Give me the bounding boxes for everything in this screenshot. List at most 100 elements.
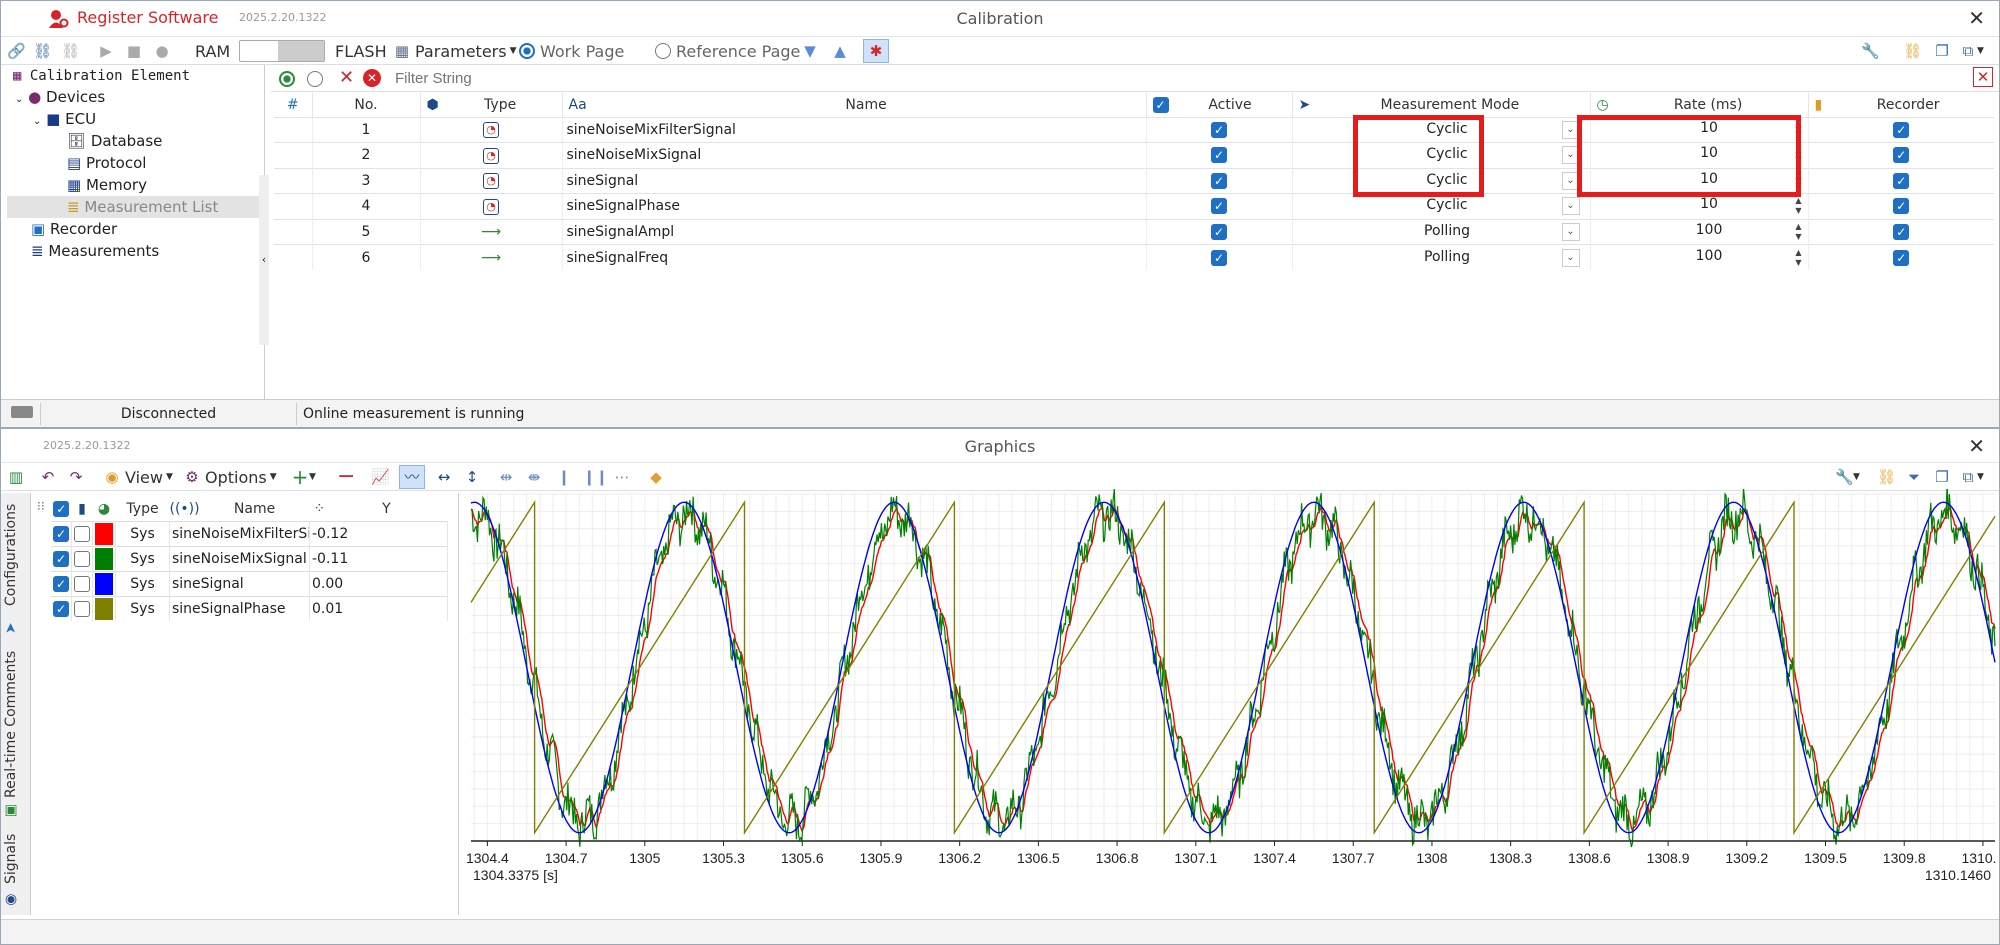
color-swatch[interactable] [95,572,113,595]
col-active[interactable]: ✓ Active [1146,93,1293,117]
spinner-icon[interactable]: ▲ ▼ [1792,248,1806,268]
recorder-checkbox[interactable]: ✓ [1893,198,1910,215]
fit-vertical-icon[interactable]: ↕ [463,465,481,489]
tree-protocol[interactable]: ▤ Protocol [67,152,146,174]
window-close-all-icon[interactable]: ❐ [1933,39,1951,63]
row-active[interactable]: ✓ [1146,218,1293,245]
select-checkbox[interactable] [74,550,90,567]
filter-icon[interactable]: ⏷ [1905,465,1923,489]
cursor-v-icon[interactable]: ⇼ [525,465,543,489]
visible-checkbox[interactable]: ✓ [53,600,69,617]
tree-measurements[interactable]: ≣ Measurements [31,240,159,262]
active-checkbox[interactable]: ✓ [1211,249,1227,266]
single-cursor-icon[interactable]: ❙ [555,465,573,489]
column-picker-icon[interactable]: ▮ [72,497,93,521]
play-icon[interactable]: ▶ [97,39,115,63]
tab-configurations[interactable]: Configurations [3,499,29,611]
window-menu-icon[interactable]: ⧉ ▼ [1959,39,1984,63]
col-recorder[interactable]: ▮ Recorder [1808,93,1994,117]
work-page-radio[interactable]: Work Page [519,39,624,63]
spinner-icon[interactable]: ▲ ▼ [1792,222,1806,242]
row-active[interactable]: ✓ [1146,142,1293,168]
more-icon[interactable]: ⋯ [613,465,631,489]
visible-checkbox[interactable]: ✓ [53,525,69,542]
link-icon[interactable]: ⛓ [33,39,52,63]
tree-measurement-list[interactable]: ≣ Measurement List [7,196,259,218]
active-checkbox[interactable]: ✓ [1211,147,1227,164]
color-swatch[interactable] [95,547,113,570]
active-checkbox[interactable]: ✓ [1211,172,1227,189]
recorder-checkbox[interactable]: ✓ [1893,249,1910,266]
splitter-collapse-icon[interactable]: ‹ [259,175,269,345]
undo-icon[interactable]: ↶ [39,465,57,489]
row-active[interactable]: ✓ [1146,193,1293,219]
radio-empty-icon[interactable] [307,71,323,87]
recorder-checkbox[interactable]: ✓ [1893,121,1910,138]
row-rate[interactable]: 10 ▲ ▼ [1590,193,1809,219]
multi-line-icon[interactable]: 〰 [399,465,425,489]
row-active[interactable]: ✓ [1146,167,1293,194]
tree-root[interactable]: ▦ Calibration Element [13,65,190,87]
active-checkbox[interactable]: ✓ [1211,121,1227,138]
tab-signals[interactable]: Signals [3,829,29,889]
col-type[interactable]: ⬢ Type [420,93,563,117]
upload-icon[interactable]: ▲ [831,39,849,63]
table-row[interactable]: 5 ⟶ sineSignalAmpl ✓ Polling ⌄ 100 ▲ ▼ ✓ [274,218,1994,245]
row-mode[interactable]: Polling ⌄ [1292,218,1591,245]
chain-icon[interactable]: ⛓ [1877,465,1896,489]
table-row[interactable]: 6 ⟶ sineSignalFreq ✓ Polling ⌄ 100 ▲ ▼ ✓ [274,244,1994,270]
close-filter-icon[interactable]: ✕ [1973,67,1993,87]
options-menu[interactable]: ⚙ Options ▼ [183,465,276,489]
select-checkbox[interactable] [74,600,90,617]
window-close-all-icon[interactable]: ❐ [1933,465,1951,489]
signal-row[interactable]: ✓ SyssineNoiseMixFilterSignal-0.12 [51,520,448,546]
close-icon[interactable]: ✕ [1968,434,1985,458]
tree-devices[interactable]: ⌄ ● Devices [15,86,105,108]
spinner-icon[interactable]: ▲ ▼ [1792,196,1806,216]
chevron-down-icon[interactable]: ⌄ [1561,222,1580,241]
eraser-icon[interactable]: ◆ [647,465,665,489]
row-rate[interactable]: 100 ▲ ▼ [1590,218,1809,245]
row-mode[interactable]: Polling ⌄ [1292,244,1591,270]
recorder-checkbox[interactable]: ✓ [1893,172,1910,189]
add-signal-icon[interactable]: + ▼ [291,465,316,489]
signal-row[interactable]: ✓ Sys sineSignal 0.00 [51,570,448,596]
signal-row[interactable]: ✓ Sys sineNoiseMixSignal -0.11 [51,545,448,571]
tree-ecu[interactable]: ⌄ ■ ECU [33,108,96,130]
col-mode[interactable]: ➤ Measurement Mode [1292,93,1591,117]
tree-memory[interactable]: ▦ Memory [67,174,147,196]
drag-handle-icon[interactable]: ⁝⁝ [37,499,45,513]
select-all-checkbox[interactable]: ✓ [53,500,70,517]
line-chart-icon[interactable]: 📈 [371,465,390,489]
remove-signal-icon[interactable]: − [337,465,355,489]
row-mode[interactable]: Cyclic ⌄ [1292,193,1591,219]
row-recorder[interactable]: ✓ [1808,193,1994,219]
color-swatch[interactable] [95,597,113,620]
radio-selected-icon[interactable] [279,71,295,87]
connect-icon[interactable]: 🔗 [7,39,26,63]
row-active[interactable]: ✓ [1146,116,1293,143]
window-menu-icon[interactable]: ⧉ ▼ [1959,465,1984,489]
view-menu[interactable]: ◉ View ▼ [103,465,172,489]
col-rate[interactable]: ◷ Rate (ms) [1590,93,1809,117]
active-checkbox[interactable]: ✓ [1211,198,1227,215]
col-sig-type[interactable]: Type [116,497,170,521]
signal-plot[interactable]: 1304.4 1304.7 1305 1305.3 1305.6 1305.9 1306.2… [467,489,1997,889]
wrench-icon[interactable]: 🔧 [1861,39,1880,63]
visible-checkbox[interactable]: ✓ [53,550,69,567]
recorder-checkbox[interactable]: ✓ [1893,147,1910,164]
redo-icon[interactable]: ↷ [67,465,85,489]
select-checkbox[interactable] [74,575,90,592]
wrench-icon[interactable]: 🔧 ▼ [1835,465,1860,489]
row-recorder[interactable]: ✓ [1808,142,1994,168]
col-no[interactable]: No. [312,93,421,117]
row-recorder[interactable]: ✓ [1808,244,1994,270]
tree-database[interactable]: 🗄 Database [67,130,162,152]
disconnect-icon[interactable]: ⛓ [61,39,80,63]
double-cursor-icon[interactable]: ❙❙ [583,465,608,489]
recorder-checkbox[interactable]: ✓ [1893,223,1910,240]
ram-flash-toggle[interactable] [239,40,325,62]
color-swatch[interactable] [95,522,113,545]
clear-icon[interactable]: ✕ [339,67,354,88]
tab-real-time-comments[interactable]: Real-time Comments [3,649,29,799]
